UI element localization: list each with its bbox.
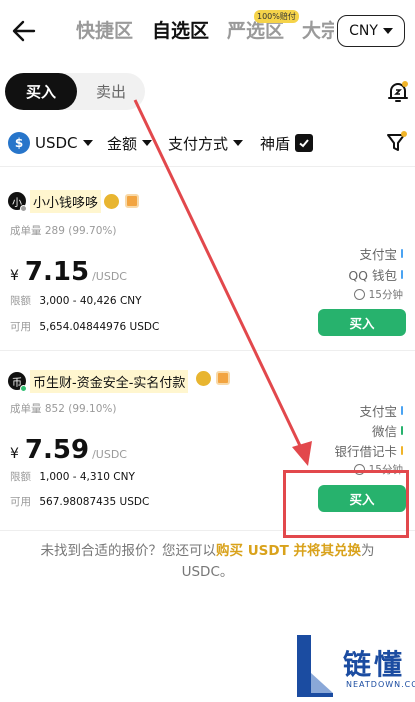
back-arrow-icon[interactable] [10,18,38,44]
price-value: 7.59 [24,435,90,465]
order-stats: 成单量 852 (99.10%) [10,401,116,416]
limit-row: 限额 3,000 - 40,426 CNY [10,293,142,308]
amount-filter[interactable]: 金额 [107,128,153,158]
payment-method-label: 银行借记卡 [334,444,397,459]
watermark-subtext: NEATDOWN.COM [346,680,415,689]
payment-method-filter[interactable]: 支付方式 [168,128,244,158]
time-limit-value: 15分钟 [368,289,403,301]
amount-filter-label: 金额 [107,134,138,153]
watermark-logo [297,635,333,697]
limit-row: 限额 1,000 - 4,310 CNY [10,469,135,484]
sell-toggle-button[interactable]: 卖出 [77,73,145,110]
available-row: 可用 567.98087435 USDC [10,494,149,509]
payment-color-bar [401,406,403,415]
buy-usdt-link[interactable]: 购买 USDT 并将其兑换 [216,543,361,559]
merchant-box-icon [216,371,230,385]
orders-label: 成单量 [10,225,42,237]
watermark-text: 链懂 [343,648,406,681]
payment-method-label: QQ 钱包 [348,268,397,283]
tab-custom-zone[interactable]: 自选区 [152,16,209,43]
orders-label: 成单量 [10,403,42,415]
tab-quick-zone[interactable]: 快捷区 [76,16,133,43]
limit-value: 1,000 - 4,310 CNY [39,471,135,483]
price-value: 7.15 [24,257,90,287]
available-value: 5,654.04844976 USDC [39,321,160,333]
price: ¥ 7.15 /USDC [10,257,127,287]
chevron-down-icon [382,28,393,34]
orders-value: 289 (99.70%) [44,225,117,237]
divider [0,350,415,351]
funnel-filter-icon[interactable] [386,130,408,154]
filter-bar: $ USDC 金额 支付方式 神盾 [8,128,408,158]
divider [0,166,415,167]
merchant-name[interactable]: 小小钱哆哆 [30,190,102,213]
notice-text: 未找到合适的报价？您还可以 [40,543,217,559]
payment-color-bar [401,426,403,435]
payment-color-bar [401,249,403,258]
chevron-down-icon [82,140,93,146]
available-row: 可用 5,654.04844976 USDC [10,319,159,334]
annotation-highlight-box [283,470,409,538]
payment-method-label: 支付宝 [359,247,397,262]
available-label: 可用 [10,496,31,508]
payment-method: 银行借记卡 [334,441,403,460]
shield-checkbox[interactable] [295,134,314,152]
buy-button[interactable]: 买入 [318,309,406,336]
status-dot [20,205,27,212]
merchant-box-icon [125,194,139,208]
price-unit: /USDC [92,270,127,283]
available-label: 可用 [10,321,31,333]
coin-filter-label: USDC [35,134,78,152]
compensation-badge: 100%赔付 [254,10,299,23]
currency-selector[interactable]: CNY [337,15,405,47]
orders-value: 852 (99.10%) [44,403,117,415]
price: ¥ 7.59 /USDC [10,435,127,465]
buy-toggle-button[interactable]: 买入 [5,73,77,110]
payment-filter-label: 支付方式 [168,134,229,153]
verified-gold-icon [104,194,119,209]
payment-color-bar [401,270,403,279]
order-stats: 成单量 289 (99.70%) [10,223,116,238]
merchant-name[interactable]: 币生财-资金安全-实名付款 [30,370,189,393]
shield-filter[interactable]: 神盾 [260,128,314,158]
payment-method-label: 微信 [371,424,397,439]
price-currency-symbol: ¥ [10,446,19,462]
payment-method: QQ 钱包 [348,265,403,284]
payment-method: 支付宝 [359,401,403,420]
payment-method: 支付宝 [359,244,403,263]
clock-icon [353,289,365,300]
merchant-card: 小 小小钱哆哆 成单量 289 (99.70%) ¥ 7.15 /USDC 限额… [0,185,415,345]
shield-filter-label: 神盾 [260,134,291,153]
usdc-coin-icon: $ [8,132,30,154]
checkmark-icon [299,139,309,148]
limit-label: 限额 [10,471,31,483]
tab-bulk-zone[interactable]: 大宗 [302,16,334,43]
bell-icon[interactable] [386,80,410,104]
chevron-down-icon [233,140,244,146]
chevron-down-icon [142,140,153,146]
payment-method: 微信 [372,421,403,440]
payment-color-bar [401,446,403,455]
available-value: 567.98087435 USDC [39,496,150,508]
currency-label: CNY [349,23,378,39]
no-offer-notice: 未找到合适的报价？您还可以购买 USDT 并将其兑换为 USDC。 [30,541,385,583]
coin-filter[interactable]: $ USDC [8,128,93,158]
buy-sell-toggle: 买入 卖出 [5,73,145,110]
verified-gold-icon [196,371,211,386]
payment-time-limit: 15分钟 [353,287,403,302]
limit-label: 限额 [10,295,31,307]
payment-method-label: 支付宝 [359,404,397,419]
status-dot [20,385,27,392]
price-currency-symbol: ¥ [10,268,19,284]
limit-value: 3,000 - 40,426 CNY [39,295,142,307]
price-unit: /USDC [92,448,127,461]
